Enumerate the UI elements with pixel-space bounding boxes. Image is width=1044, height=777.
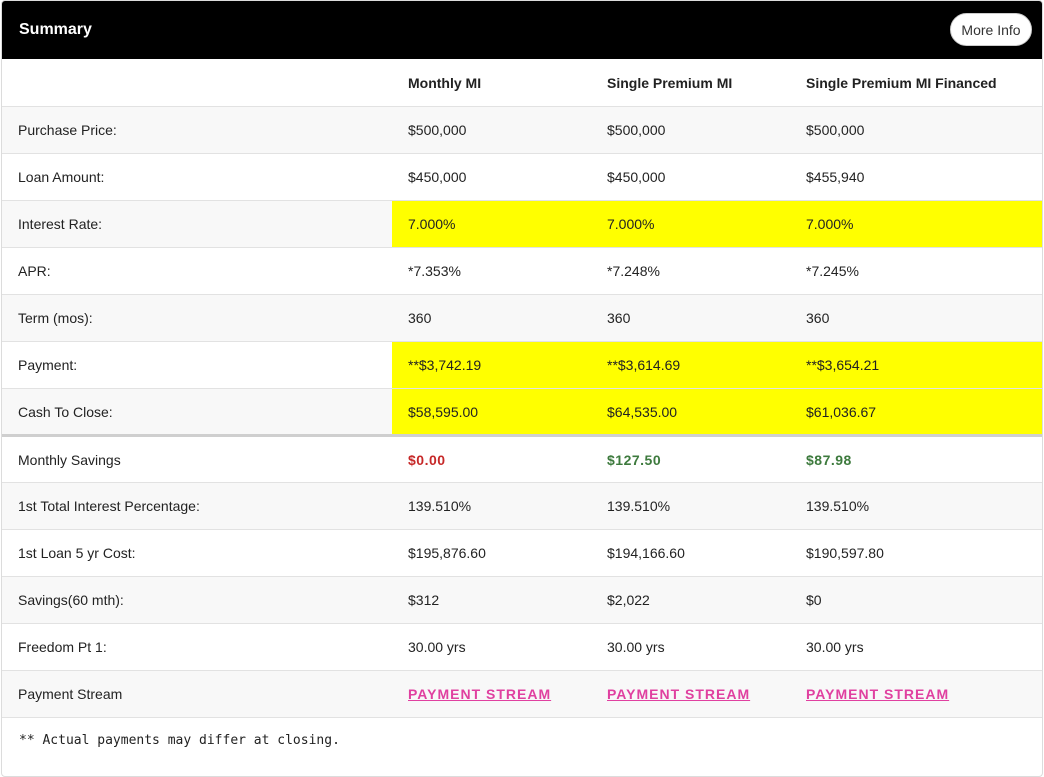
table-row-savings-60-mth: Savings(60 mth): $312 $2,022 $0 <box>2 576 1042 624</box>
savings-value-positive: $87.98 <box>790 435 1042 483</box>
table-row-loan-amount: Loan Amount: $450,000 $450,000 $455,940 <box>2 153 1042 201</box>
row-label: APR: <box>2 247 392 295</box>
cell-value: 360 <box>790 294 1042 342</box>
cell-value: $195,876.60 <box>392 529 591 577</box>
row-label: Payment: <box>2 341 392 389</box>
row-label: Payment Stream <box>2 670 392 718</box>
cell-value: 30.00 yrs <box>591 623 790 671</box>
payment-stream-link-single-premium-mi-financed[interactable]: PAYMENT STREAM <box>806 686 949 702</box>
row-label: Interest Rate: <box>2 200 392 248</box>
column-header-single-premium-mi-financed: Single Premium MI Financed <box>790 59 1042 107</box>
cell-value: *7.353% <box>392 247 591 295</box>
cell-value-highlighted: 7.000% <box>591 200 790 248</box>
cell-value-highlighted: 7.000% <box>392 200 591 248</box>
row-label: Freedom Pt 1: <box>2 623 392 671</box>
row-label: Purchase Price: <box>2 106 392 154</box>
cell-value: *7.248% <box>591 247 790 295</box>
cell-value: 139.510% <box>790 482 1042 530</box>
cell-value: 30.00 yrs <box>392 623 591 671</box>
summary-card: Summary More Info Monthly MI Single Prem… <box>1 0 1043 777</box>
row-label: Term (mos): <box>2 294 392 342</box>
cell-value-highlighted: $64,535.00 <box>591 388 790 437</box>
table-row-total-interest-percentage: 1st Total Interest Percentage: 139.510% … <box>2 482 1042 530</box>
table-row-apr: APR: *7.353% *7.248% *7.245% <box>2 247 1042 295</box>
cell-value-highlighted: $61,036.67 <box>790 388 1042 437</box>
cell-value: 139.510% <box>591 482 790 530</box>
cell-value: 30.00 yrs <box>790 623 1042 671</box>
table-row-interest-rate: Interest Rate: 7.000% 7.000% 7.000% <box>2 200 1042 248</box>
cell-value-highlighted: $58,595.00 <box>392 388 591 437</box>
cell-value: $312 <box>392 576 591 624</box>
table-row-freedom-pt: Freedom Pt 1: 30.00 yrs 30.00 yrs 30.00 … <box>2 623 1042 671</box>
cell-value: 139.510% <box>392 482 591 530</box>
column-header-monthly-mi: Monthly MI <box>392 59 591 107</box>
table-row-5yr-cost: 1st Loan 5 yr Cost: $195,876.60 $194,166… <box>2 529 1042 577</box>
cell-value: $500,000 <box>790 106 1042 154</box>
payment-stream-link-single-premium-mi[interactable]: PAYMENT STREAM <box>607 686 750 702</box>
row-label: Savings(60 mth): <box>2 576 392 624</box>
more-info-button[interactable]: More Info <box>950 13 1032 46</box>
cell-value: $455,940 <box>790 153 1042 201</box>
cell-value: $0 <box>790 576 1042 624</box>
cell-value: $450,000 <box>591 153 790 201</box>
cell-value: $190,597.80 <box>790 529 1042 577</box>
table-row-payment-stream: Payment Stream PAYMENT STREAM PAYMENT ST… <box>2 670 1042 718</box>
cell-value: 360 <box>591 294 790 342</box>
row-label: Cash To Close: <box>2 388 392 437</box>
payment-stream-link-monthly-mi[interactable]: PAYMENT STREAM <box>408 686 551 702</box>
cell-value-highlighted: **$3,654.21 <box>790 341 1042 389</box>
cell-value: $500,000 <box>591 106 790 154</box>
table-row-purchase-price: Purchase Price: $500,000 $500,000 $500,0… <box>2 106 1042 154</box>
cell-value: $450,000 <box>392 153 591 201</box>
column-header-single-premium-mi: Single Premium MI <box>591 59 790 107</box>
column-header-label <box>2 59 392 107</box>
row-label: 1st Total Interest Percentage: <box>2 482 392 530</box>
comparison-table: Monthly MI Single Premium MI Single Prem… <box>2 59 1042 718</box>
cell-value: *7.245% <box>790 247 1042 295</box>
summary-header: Summary More Info <box>2 1 1042 59</box>
summary-title: Summary <box>19 21 92 38</box>
row-label: Loan Amount: <box>2 153 392 201</box>
cell-value: $500,000 <box>392 106 591 154</box>
cell-value-highlighted: **$3,614.69 <box>591 341 790 389</box>
table-row-term: Term (mos): 360 360 360 <box>2 294 1042 342</box>
row-label: Monthly Savings <box>2 435 392 483</box>
savings-value-zero: $0.00 <box>392 435 591 483</box>
savings-value-positive: $127.50 <box>591 435 790 483</box>
cell-value-highlighted: 7.000% <box>790 200 1042 248</box>
row-label: 1st Loan 5 yr Cost: <box>2 529 392 577</box>
cell-value: $194,166.60 <box>591 529 790 577</box>
table-row-cash-to-close: Cash To Close: $58,595.00 $64,535.00 $61… <box>2 388 1042 437</box>
table-row-monthly-savings: Monthly Savings $0.00 $127.50 $87.98 <box>2 435 1042 483</box>
cell-value: 360 <box>392 294 591 342</box>
cell-value: $2,022 <box>591 576 790 624</box>
footnote: ** Actual payments may differ at closing… <box>19 733 340 748</box>
table-row-payment: Payment: **$3,742.19 **$3,614.69 **$3,65… <box>2 341 1042 389</box>
cell-value-highlighted: **$3,742.19 <box>392 341 591 389</box>
